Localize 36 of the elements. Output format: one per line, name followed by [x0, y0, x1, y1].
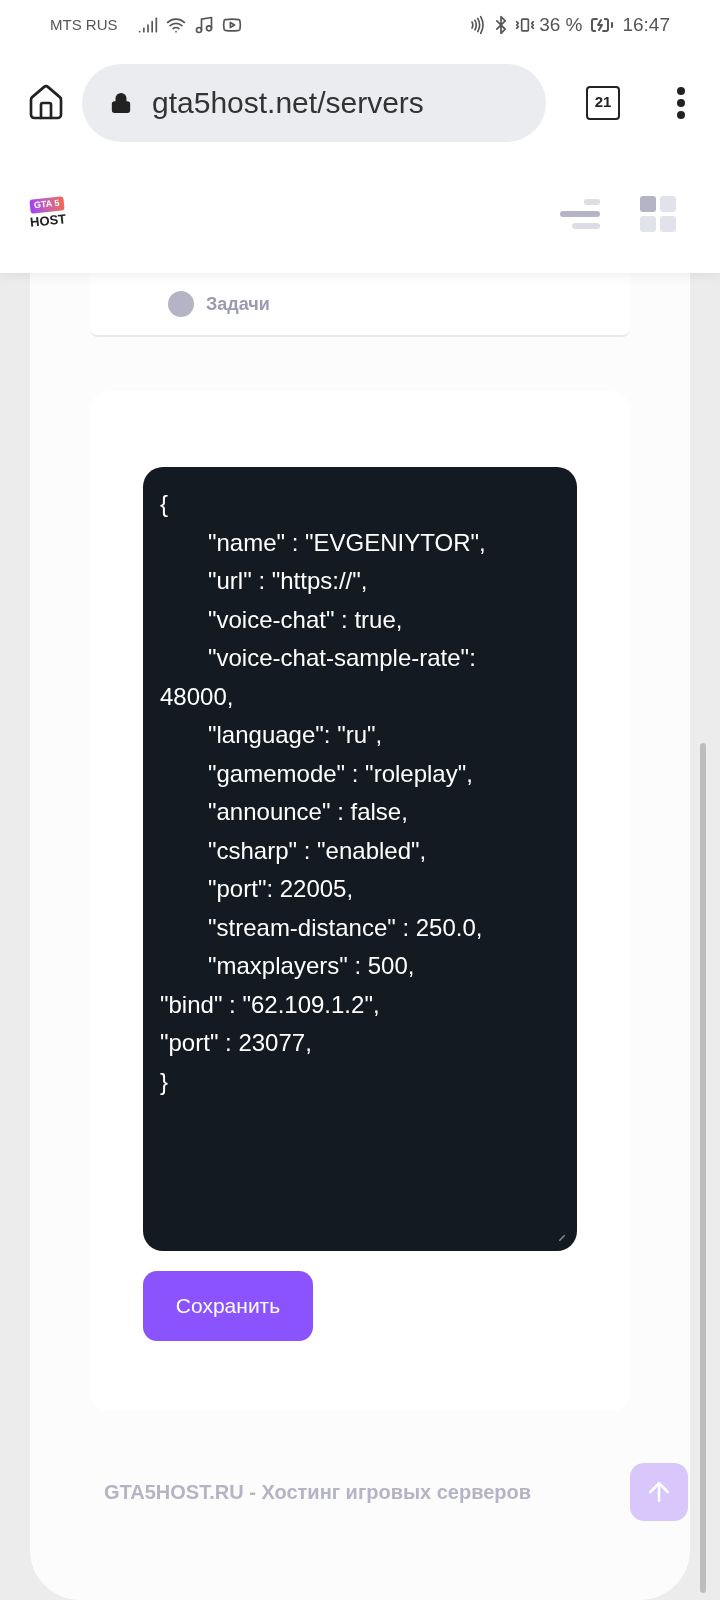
- code-line: "csharp" : "enabled",: [207, 835, 428, 866]
- code-line: "announce" : false,: [207, 797, 409, 827]
- code-line: "voice-chat-sample-rate": 48000,: [160, 643, 477, 712]
- lock-icon: [110, 91, 132, 114]
- code-line: "voice-chat" : true,: [207, 604, 404, 635]
- code-line: "bind" : "62.109.1.2",: [160, 989, 381, 1020]
- logo-text: HOST: [29, 210, 68, 232]
- carrier-name: MTS RUS: [50, 14, 118, 35]
- vibrate-icon: [515, 15, 536, 35]
- save-button[interactable]: Сохранить: [143, 1271, 313, 1341]
- logo-badge: GTA 5: [29, 195, 65, 213]
- code-line: "name" : "EVGENIYTOR",: [207, 527, 487, 558]
- site-logo[interactable]: GTA 5 HOST: [30, 197, 67, 231]
- config-textarea[interactable]: [143, 467, 577, 1251]
- code-line: "url" : "https://",: [207, 566, 369, 596]
- music-note-icon: [193, 15, 214, 35]
- signal-icon: [137, 15, 158, 35]
- wifi-icon: [165, 15, 186, 35]
- address-bar[interactable]: gta5host.net/servers: [82, 63, 546, 142]
- clock: 16:47: [622, 12, 670, 37]
- code-line: {: [160, 489, 169, 519]
- code-line: "language": "ru",: [207, 720, 384, 750]
- code-line: "maxplayers" : 500,: [207, 951, 416, 981]
- code-line: "gamemode" : "roleplay",: [207, 758, 474, 789]
- more-menu-icon[interactable]: [676, 85, 686, 120]
- url-text: gta5host.net/servers: [152, 85, 424, 121]
- code-line: }: [160, 1066, 169, 1097]
- code-line: "stream-distance" : 250.0,: [207, 912, 484, 943]
- task-icon: [168, 291, 194, 317]
- battery-percent: 36 %: [539, 12, 583, 37]
- code-line: "port" : 23077,: [160, 1028, 313, 1058]
- footer-text: GTA5HOST.RU - Хостинг игровых серверов: [104, 1480, 532, 1505]
- tab-count[interactable]: 21: [586, 85, 620, 120]
- resize-handle-icon[interactable]: [559, 1235, 565, 1241]
- video-play-icon: [221, 15, 242, 35]
- code-line: "port": 22005,: [207, 874, 355, 904]
